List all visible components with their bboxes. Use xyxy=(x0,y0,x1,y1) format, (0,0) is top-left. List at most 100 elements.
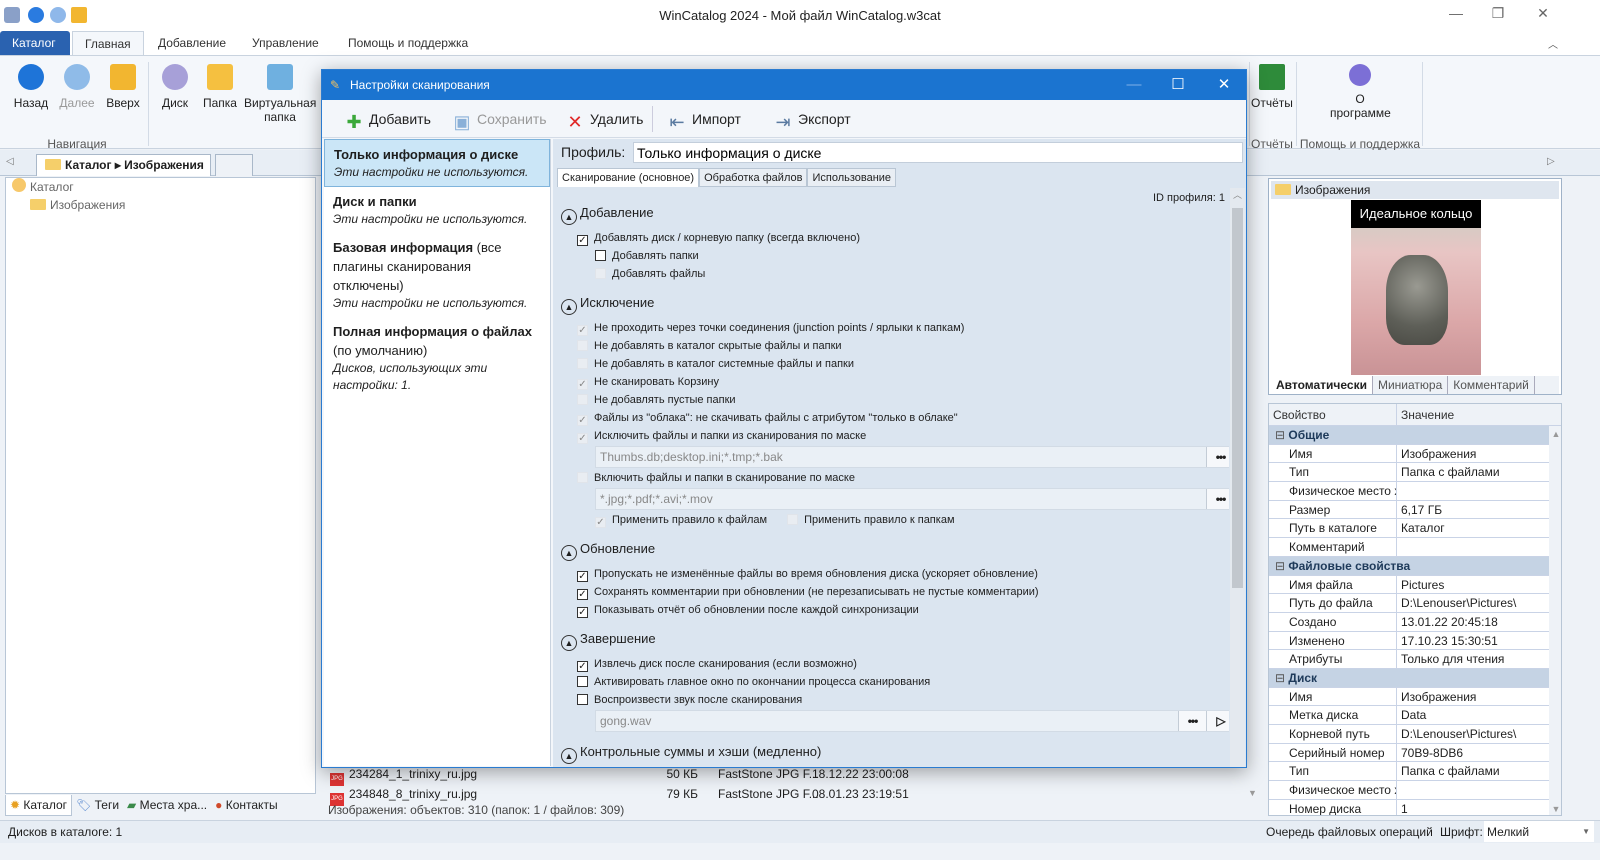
checkbox-option[interactable]: Добавлять папки xyxy=(561,247,1229,265)
file-queue-button[interactable]: Очередь файловых операций xyxy=(1266,821,1433,843)
property-row[interactable]: Путь до файла D:\Lenouser\Pictures\ xyxy=(1269,594,1549,613)
delete-profile-button[interactable]: ✕ Удалить xyxy=(565,108,643,132)
checkbox[interactable] xyxy=(577,694,588,705)
profile-item[interactable]: Диск и папки Эти настройки не используютс… xyxy=(324,187,550,233)
input-value[interactable]: gong.wav xyxy=(596,711,1178,731)
section-header[interactable]: ▲ Обновление xyxy=(561,537,1229,561)
add-disk-button[interactable]: Диск xyxy=(158,64,192,110)
scroll-left-icon[interactable]: ◁ xyxy=(6,156,14,167)
mask-input[interactable]: *.jpg;*.pdf;*.avi;*.mov ••• xyxy=(595,488,1229,510)
chevron-up-icon[interactable]: ▲ xyxy=(561,748,577,764)
checkbox-option[interactable]: ✓ Пропускать не изменённые файлы во время… xyxy=(561,565,1229,583)
tab-usage[interactable]: Использование xyxy=(807,168,897,187)
new-tab-button[interactable] xyxy=(215,154,253,176)
collapse-icon[interactable]: ⊟ xyxy=(1275,671,1288,685)
checkbox-option[interactable]: ✓ Добавлять диск / корневую папку (всегда… xyxy=(561,229,1229,247)
checkbox-option[interactable]: ✓ Не проходить через точки соединения (ju… xyxy=(561,319,1229,337)
checkbox-option[interactable]: ✓ Извлечь диск после сканирования (если в… xyxy=(561,655,1229,673)
tab-bottom-catalog[interactable]: ✹ Каталог xyxy=(5,795,73,816)
property-row[interactable]: Изменено 17.10.23 15:30:51 xyxy=(1269,631,1549,651)
section-header[interactable]: ▲ Исключение xyxy=(561,291,1229,315)
tab-file-processing[interactable]: Обработка файлов xyxy=(699,168,808,187)
tab-scan-basic[interactable]: Сканирование (основное) xyxy=(557,168,700,187)
browse-button[interactable]: ••• xyxy=(1206,447,1229,467)
col-property[interactable]: Свойство xyxy=(1269,404,1397,425)
section-header[interactable]: ▲ Завершение xyxy=(561,627,1229,651)
checkbox-option[interactable]: Не добавлять в каталог системные файлы и… xyxy=(561,355,1229,373)
tab-thumbnail[interactable]: Миниатюра xyxy=(1373,376,1449,394)
profile-item[interactable]: Полная информация о файлах (по умолчанию… xyxy=(324,317,550,399)
checkbox-checked[interactable]: ✓ xyxy=(577,661,588,672)
font-select[interactable]: Мелкий ▼ xyxy=(1484,821,1594,842)
collapse-icon[interactable]: ⊟ xyxy=(1275,428,1288,442)
input-value[interactable]: *.jpg;*.pdf;*.avi;*.mov xyxy=(596,489,1206,509)
checkbox-checked[interactable]: ✓ xyxy=(577,607,588,618)
dialog-maximize-button[interactable]: ☐ xyxy=(1156,70,1200,100)
add-folder-button[interactable]: Папка xyxy=(200,64,240,110)
property-row[interactable]: Имя файла Pictures xyxy=(1269,575,1549,595)
dialog-close-button[interactable]: ✕ xyxy=(1202,70,1246,100)
forward-button[interactable]: Далее xyxy=(58,64,96,110)
file-row[interactable]: JPG 234848_8_trinixy_ru.jpg 79 КБ FastStone… xyxy=(322,784,1247,806)
property-row[interactable]: Атрибуты Только для чтения xyxy=(1269,650,1549,669)
tab-comment[interactable]: Комментарий xyxy=(1448,376,1535,394)
checkbox-option[interactable]: ✓ Файлы из "облака": не скачивать файлы с… xyxy=(561,409,1229,427)
profile-item[interactable]: Базовая информация (все плагины сканиров… xyxy=(324,233,550,317)
export-button[interactable]: ⇥ Экспорт xyxy=(773,108,850,132)
checkbox-option[interactable]: Активировать главное окно по окончании п… xyxy=(561,673,1229,691)
save-profile-button[interactable]: ▣ Сохранить xyxy=(452,108,546,132)
checkbox[interactable] xyxy=(577,676,588,687)
tab-tags[interactable]: 🏷 Теги xyxy=(72,795,123,815)
reports-button[interactable]: Отчёты xyxy=(1250,64,1294,110)
profile-name-input[interactable] xyxy=(633,142,1243,163)
checkbox-option[interactable]: ✓ Исключить файлы и папки из сканирования… xyxy=(561,427,1229,445)
back-button[interactable]: Назад xyxy=(12,64,50,110)
checkbox-option[interactable]: ✓ Показывать отчёт об обновлении после ка… xyxy=(561,601,1229,619)
dialog-minimize-button[interactable]: — xyxy=(1112,70,1156,100)
property-row[interactable]: Корневой путь D:\Lenouser\Pictures\ xyxy=(1269,725,1549,744)
property-group[interactable]: ⊟ Общие xyxy=(1269,426,1549,445)
property-group[interactable]: ⊟ Файловые свойства xyxy=(1269,556,1549,576)
input-value[interactable]: Thumbs.db;desktop.ini;*.tmp;*.bak xyxy=(596,447,1206,467)
property-row[interactable]: Имя Изображения xyxy=(1269,687,1549,707)
chevron-up-icon[interactable]: ▲ xyxy=(561,299,577,315)
checkbox-option[interactable]: Включить файлы и папки в сканирование по… xyxy=(561,469,1229,487)
import-button[interactable]: ⇤ Импорт xyxy=(667,108,741,132)
properties-scrollbar[interactable]: ▲ ▼ xyxy=(1549,426,1561,815)
checkbox-option[interactable]: Добавлять файлы xyxy=(561,265,1229,283)
tree-item-catalog[interactable]: Каталог xyxy=(6,178,315,196)
scroll-right-icon[interactable]: ▷ xyxy=(1547,156,1555,167)
section-header[interactable]: ▲ Контрольные суммы и хэши (медленно) xyxy=(561,740,1229,764)
chevron-up-icon[interactable]: ▲ xyxy=(561,635,577,651)
play-icon[interactable]: ▷ xyxy=(1206,711,1229,731)
scroll-down-icon[interactable]: ▼ xyxy=(1248,788,1257,798)
property-row[interactable]: Номер диска 1 xyxy=(1269,799,1549,815)
tab-locations[interactable]: ▰ Места хра... xyxy=(123,795,211,815)
add-profile-button[interactable]: ✚ Добавить xyxy=(344,108,430,132)
property-row[interactable]: Тип Папка с файлами xyxy=(1269,463,1549,483)
maximize-button[interactable]: ❐ xyxy=(1483,5,1513,22)
section-header[interactable]: ▲ Добавление xyxy=(561,201,1229,225)
checkbox-checked[interactable]: ✓ xyxy=(577,235,588,246)
property-row[interactable]: Создано 13.01.22 20:45:18 xyxy=(1269,612,1549,632)
chevron-up-icon[interactable]: ▲ xyxy=(561,545,577,561)
minimize-button[interactable]: — xyxy=(1441,5,1471,21)
browse-button[interactable]: ••• xyxy=(1178,711,1206,731)
collapse-icon[interactable]: ⊟ xyxy=(1275,559,1288,573)
up-button[interactable]: Вверх xyxy=(104,64,142,110)
tab-home[interactable]: Главная xyxy=(72,31,144,55)
property-row[interactable]: Физическое место х... xyxy=(1269,781,1549,800)
checkbox-option[interactable]: ✓ Применить правило к файлам xyxy=(595,514,767,528)
checkbox-option[interactable]: Не добавлять в каталог скрытые файлы и п… xyxy=(561,337,1229,355)
tree-item-images[interactable]: Изображения xyxy=(6,196,315,214)
profile-item[interactable]: Только информация о диске Эти настройки н… xyxy=(324,139,550,187)
checkbox-option[interactable]: ✓ Сохранять комментарии при обновлении (н… xyxy=(561,583,1229,601)
checkbox-checked[interactable]: ✓ xyxy=(577,571,588,582)
collapse-ribbon-icon[interactable]: ︿ xyxy=(1548,36,1558,51)
about-button[interactable]: О программе xyxy=(1330,64,1391,120)
mask-input[interactable]: gong.wav ••• ▷ xyxy=(595,710,1229,732)
property-row[interactable]: Размер 6,17 ГБ xyxy=(1269,500,1549,520)
checkbox-checked[interactable]: ✓ xyxy=(577,589,588,600)
property-row[interactable]: Серийный номер 70B9-8DB6 xyxy=(1269,743,1549,763)
checkbox-option[interactable]: Воспроизвести звук после сканирования xyxy=(561,691,1229,709)
